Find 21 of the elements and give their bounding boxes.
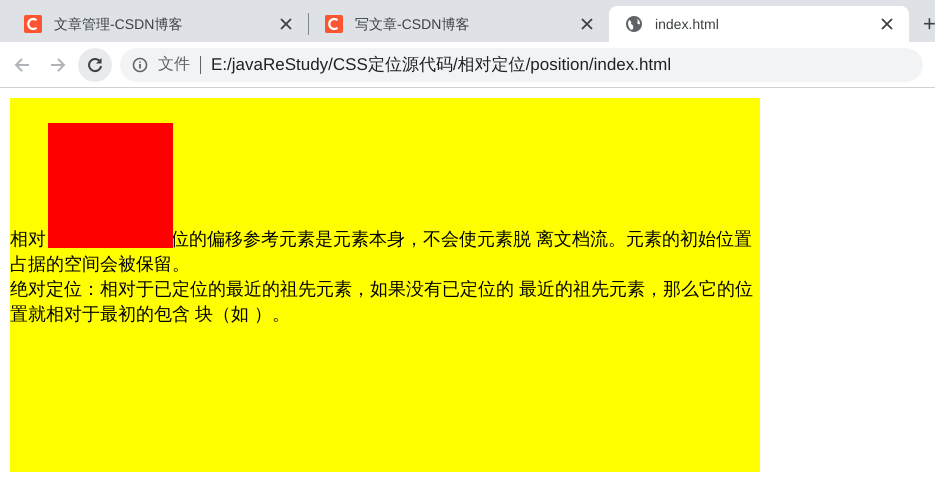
new-tab-button[interactable]: + [923, 13, 935, 35]
address-bar[interactable]: 文件 E:/javaReStudy/CSS定位源代码/相对定位/position/index.html [120, 48, 923, 82]
tab-title: 写文章-CSDN博客 [355, 14, 470, 34]
tab-title: index.html [655, 14, 720, 34]
scheme-label: 文件 [158, 54, 190, 74]
browser-tab[interactable]: 文章管理-CSDN博客 [8, 6, 308, 42]
reload-button[interactable] [78, 48, 112, 82]
close-icon[interactable] [280, 18, 292, 30]
browser-tab[interactable]: index.html [609, 6, 909, 42]
reload-icon [86, 56, 104, 74]
browser-tab[interactable]: 写文章-CSDN博客 [309, 6, 609, 42]
info-icon [132, 56, 148, 72]
paragraph-text: 相对 位的偏移参考元素是元素本身，不会使元素脱 离文档流。元素的初始位置占据的空间会被保留。 [10, 228, 754, 276]
paragraph-text: 绝对定位：相对于已定位的最近的祖先元素，如果没有已定位的 最近的祖先元素，那么它的位置就相对于最初的包含 块（如 ）。 [10, 278, 754, 326]
close-icon[interactable] [881, 18, 893, 30]
logo-icon [24, 15, 42, 33]
close-icon[interactable] [581, 18, 593, 30]
globe-icon [625, 15, 643, 33]
tab-title: 文章管理-CSDN博客 [54, 14, 184, 34]
url-text: E:/javaReStudy/CSS定位源代码/相对定位/position/index.html [211, 54, 672, 76]
logo-icon [325, 15, 343, 33]
